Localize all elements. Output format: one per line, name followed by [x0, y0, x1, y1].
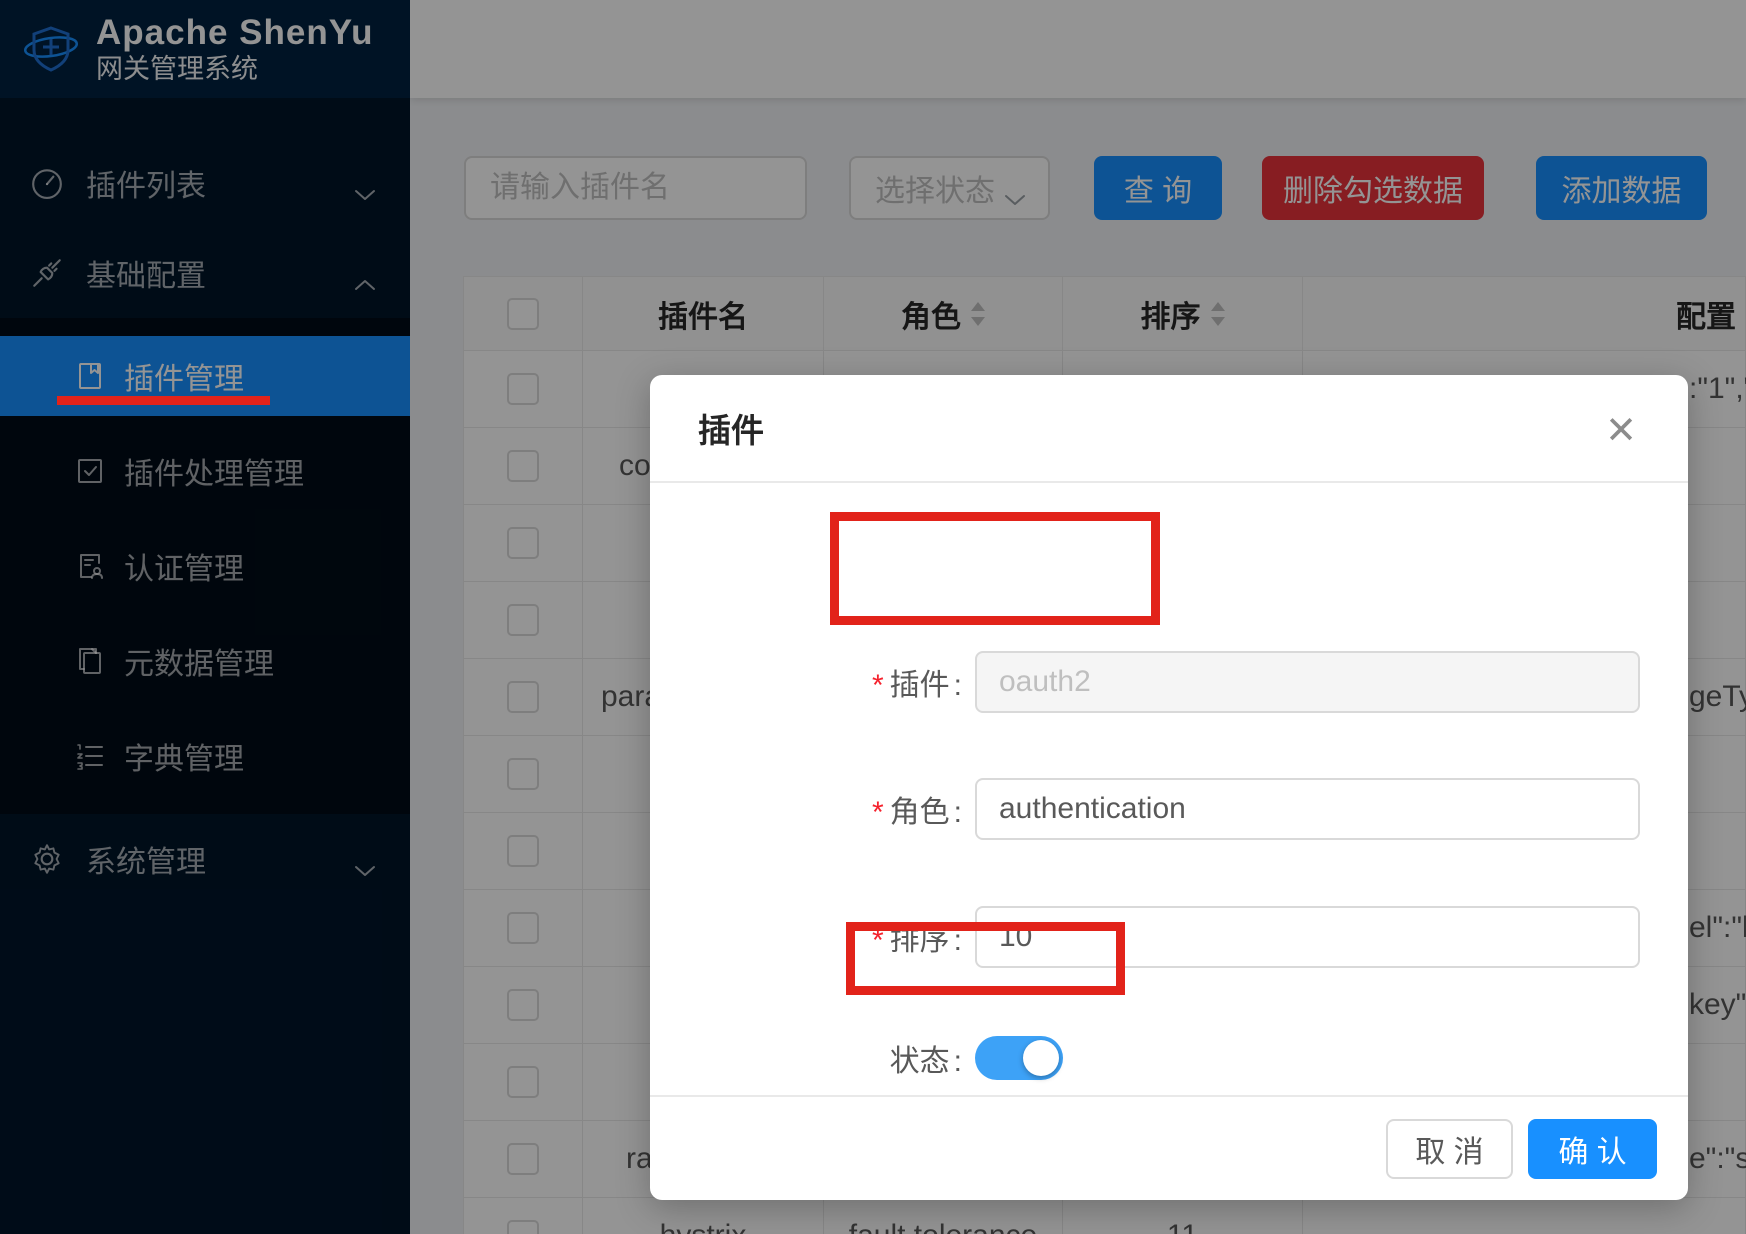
sort-field[interactable]	[975, 906, 1640, 968]
plugin-modal: 插件 ✕ *插件: *角色: *排序: 状态: 取 消 确 认	[650, 375, 1688, 1200]
cancel-button[interactable]: 取 消	[1386, 1119, 1513, 1179]
form-row-plugin: *插件:	[650, 651, 1688, 713]
confirm-button[interactable]: 确 认	[1528, 1119, 1657, 1179]
modal-footer: 取 消 确 认	[650, 1095, 1688, 1200]
modal-title: 插件	[698, 404, 764, 452]
role-field[interactable]	[975, 778, 1640, 840]
required-asterisk: *	[872, 796, 884, 829]
sort-field-label: 排序	[890, 924, 950, 957]
role-field-label: 角色	[890, 796, 950, 829]
close-icon[interactable]: ✕	[1596, 405, 1646, 455]
modal-body: *插件: *角色: *排序: 状态:	[650, 483, 1688, 1093]
form-row-sort: *排序:	[650, 906, 1688, 968]
modal-header: 插件 ✕	[650, 375, 1688, 483]
required-asterisk: *	[872, 669, 884, 702]
plugin-name-field[interactable]	[975, 651, 1640, 713]
form-row-status: 状态:	[650, 1036, 1688, 1080]
plugin-field-label: 插件	[890, 669, 950, 702]
status-field-label: 状态	[890, 1045, 950, 1078]
app-root: Apache ShenYu 网关管理系统 插件列表 基础配置	[0, 0, 1746, 1234]
required-asterisk: *	[872, 924, 884, 957]
form-row-role: *角色:	[650, 778, 1688, 840]
status-switch[interactable]	[975, 1036, 1063, 1080]
switch-knob	[1023, 1040, 1059, 1076]
